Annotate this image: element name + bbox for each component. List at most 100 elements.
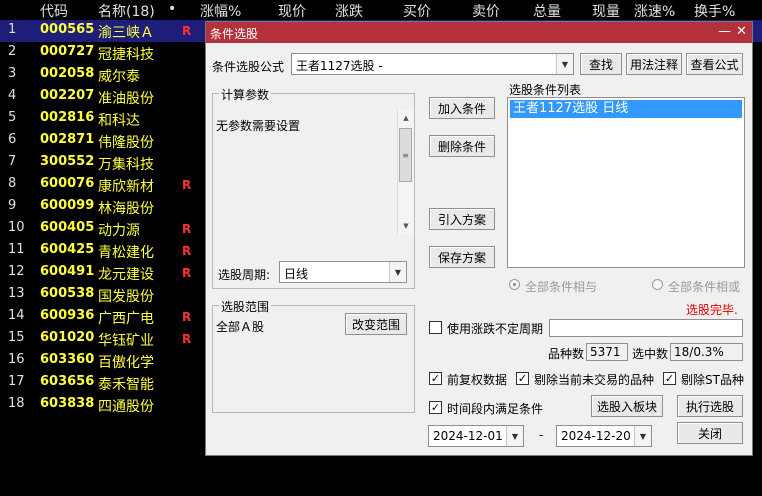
chevron-down-icon[interactable]: ▼ [556,54,573,74]
row-index: 2 [8,44,17,59]
stock-name: 准油股份 [98,91,154,107]
minimize-icon[interactable]: — [718,24,731,40]
margin-flag: R [182,332,192,346]
count-field: 5371 [586,343,628,361]
range-value: 全部Ａ股 [216,320,265,334]
stock-code: 600425 [40,242,95,257]
skip-untraded-checkbox[interactable]: ✓ [516,372,529,385]
stock-code: 600076 [40,176,95,191]
chevron-down-icon[interactable]: ▼ [389,262,406,282]
stock-name: 泰禾智能 [98,377,154,393]
stock-name: 康欣新材 [98,179,154,195]
dialog-title: 条件选股 [210,27,259,41]
row-index: 13 [8,286,25,301]
row-index: 11 [8,242,25,257]
col-price[interactable]: 现价 [278,1,306,21]
stock-name: 渝三峡Ａ [98,25,154,41]
stock-name: 威尔泰 [98,69,140,85]
radio-and[interactable] [509,279,520,290]
close-button[interactable]: 关闭 [677,422,743,444]
stock-screener-dialog: 条件选股 — ✕ 条件选股公式 王者1127选股 - ▼ 查找 用法注释 查看公… [205,21,753,456]
count-label: 品种数 [548,347,585,361]
usage-notes-button[interactable]: 用法注释 [626,53,682,75]
date-to-picker[interactable]: 2024-12-20 ▼ [556,425,652,447]
stock-code: 600491 [40,264,95,279]
date-separator: - [539,428,544,442]
change-range-button[interactable]: 改变范围 [345,313,407,335]
skip-untraded-label: 剔除当前未交易的品种 [534,373,655,387]
col-change-pct[interactable]: 涨幅% [200,1,241,21]
date-from-picker[interactable]: 2024-12-01 ▼ [428,425,524,447]
use-change-label: 使用涨跌不定周期 [447,322,544,336]
stock-code: 002207 [40,88,95,103]
stock-code: 600936 [40,308,95,323]
radio-or-label: 全部条件相或 [668,280,741,294]
view-formula-button[interactable]: 查看公式 [686,53,743,75]
period-select[interactable]: 日线 ▼ [279,261,407,283]
stock-code: 603656 [40,374,95,389]
period-label: 选股周期: [218,268,271,282]
col-change[interactable]: 涨跌 [335,1,363,21]
stock-name: 广西广电 [98,311,154,327]
stock-code: 002871 [40,132,95,147]
range-group-title: 选股范围 [219,298,272,315]
scroll-thumb[interactable]: ≡ [399,128,412,182]
change-period-input[interactable] [549,319,743,337]
radio-and-label: 全部条件相与 [525,280,598,294]
chevron-down-icon[interactable]: ▼ [634,426,651,446]
scroll-down-icon[interactable]: ▼ [398,218,414,234]
row-index: 15 [8,330,25,345]
stock-name: 青松建化 [98,245,154,261]
stock-code: 000565 [40,22,95,37]
add-to-block-button[interactable]: 选股入板块 [591,395,663,417]
row-index: 6 [8,132,17,147]
row-index: 16 [8,352,25,367]
stock-name: 动力源 [98,223,140,239]
import-plan-button[interactable]: 引入方案 [429,208,495,230]
col-dot: • [168,1,177,17]
col-volume[interactable]: 总量 [533,1,561,21]
row-index: 9 [8,198,17,213]
condition-list[interactable]: 王者1127选股 日线 [507,97,745,268]
stock-code: 600405 [40,220,95,235]
radio-or[interactable] [652,279,663,290]
execute-button[interactable]: 执行选股 [677,395,743,417]
row-index: 3 [8,66,17,81]
dialog-titlebar[interactable]: 条件选股 — ✕ [206,22,752,43]
find-button[interactable]: 查找 [580,53,622,75]
row-index: 10 [8,220,25,235]
exclude-st-checkbox[interactable]: ✓ [663,372,676,385]
stock-code: 000727 [40,44,95,59]
chevron-down-icon[interactable]: ▼ [506,426,523,446]
col-cur-volume[interactable]: 现量 [592,1,620,21]
period-condition-checkbox[interactable]: ✓ [429,401,442,414]
col-name[interactable]: 名称(18) [98,1,155,21]
condition-item[interactable]: 王者1127选股 日线 [510,100,742,118]
stock-name: 龙元建设 [98,267,154,283]
save-plan-button[interactable]: 保存方案 [429,246,495,268]
row-index: 12 [8,264,25,279]
margin-flag: R [182,222,192,236]
use-change-checkbox[interactable] [429,321,442,334]
close-icon[interactable]: ✕ [736,24,747,40]
forward-adjust-checkbox[interactable]: ✓ [429,372,442,385]
params-scrollbar[interactable]: ▲ ≡ ▼ [397,110,414,234]
stock-code: 002816 [40,110,95,125]
row-index: 5 [8,110,17,125]
col-turnover[interactable]: 换手% [694,1,735,21]
stock-code: 300552 [40,154,95,169]
formula-select[interactable]: 王者1127选股 - ▼ [291,53,574,75]
delete-condition-button[interactable]: 删除条件 [429,135,495,157]
col-code[interactable]: 代码 [40,1,68,21]
margin-flag: R [182,244,192,258]
stock-name: 四通股份 [98,399,154,415]
col-ask[interactable]: 卖价 [472,1,500,21]
row-index: 1 [8,22,17,37]
col-speed[interactable]: 涨速% [634,1,675,21]
scroll-up-icon[interactable]: ▲ [398,110,414,126]
selected-field: 18/0.3% [670,343,743,361]
col-bid[interactable]: 买价 [403,1,431,21]
add-condition-button[interactable]: 加入条件 [429,97,495,119]
selected-label: 选中数 [632,347,669,361]
margin-flag: R [182,310,192,324]
